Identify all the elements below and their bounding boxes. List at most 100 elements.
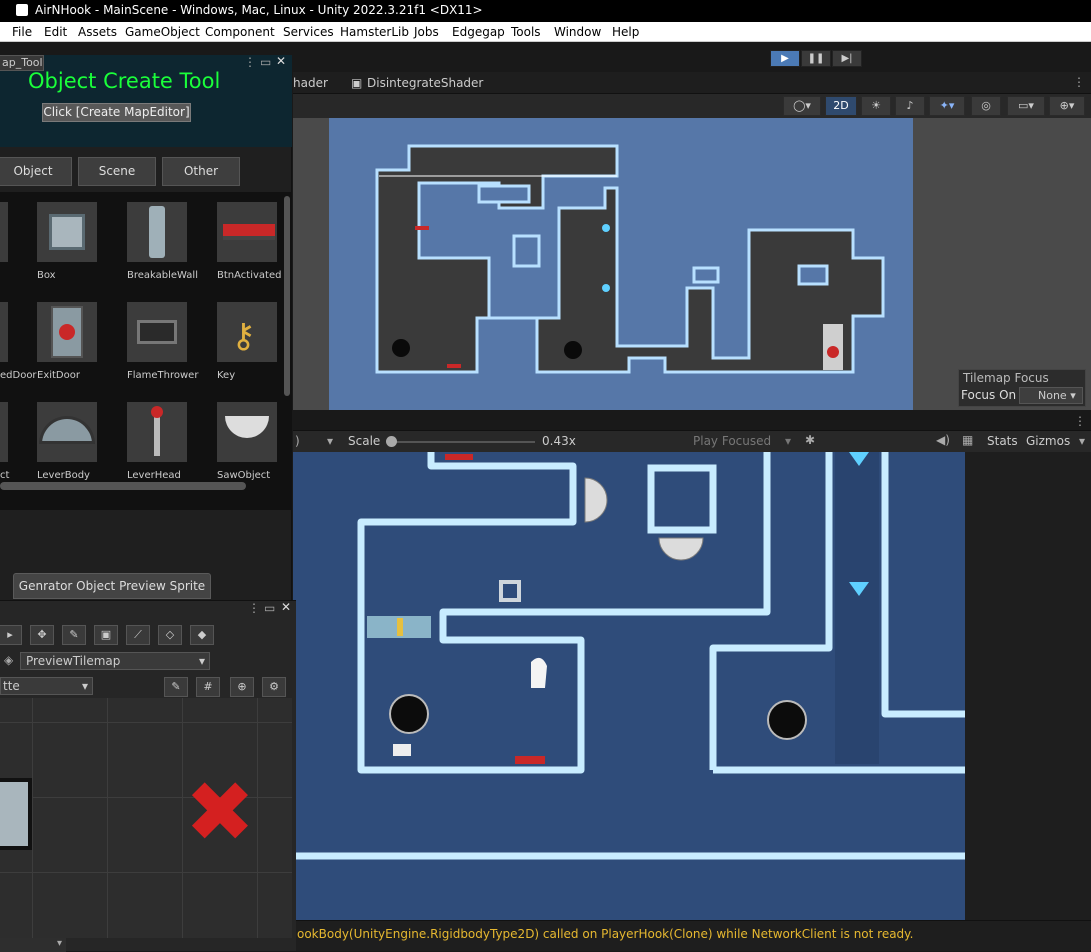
audio-icon[interactable]: ♪ [895, 96, 925, 116]
object-label: BtnActivated [217, 270, 282, 281]
object-item-exitdoor[interactable] [37, 302, 97, 362]
breakable-wall-icon [149, 206, 165, 258]
palette-tile-box-icon[interactable] [0, 778, 32, 850]
menu-assets[interactable]: Assets [78, 25, 117, 39]
grid-icon[interactable]: ▦ [962, 433, 973, 447]
step-button[interactable]: ▶| [832, 50, 862, 67]
create-map-editor-button[interactable]: Click [Create MapEditor] [42, 103, 191, 122]
camera-icon[interactable]: ▭▾ [1007, 96, 1045, 116]
paint-brush-icon[interactable]: ✎ [62, 625, 86, 645]
category-other-button[interactable]: Other [162, 157, 240, 186]
audio-mute-icon[interactable]: ◀) [936, 433, 950, 447]
box-fill-icon[interactable]: ▣ [94, 625, 118, 645]
select-tool-icon[interactable]: ▸ [0, 625, 22, 645]
menu-help[interactable]: Help [612, 25, 639, 39]
object-item-key[interactable]: ⚷ [217, 302, 277, 362]
palette-eraser-x-icon: ✖ [184, 763, 256, 861]
lighting-icon[interactable]: ☀ [861, 96, 891, 116]
object-label: ExitDoor [37, 370, 80, 381]
object-item-sawobject[interactable] [217, 402, 277, 462]
bug-icon[interactable]: ✱ [805, 433, 815, 447]
object-tool-title: Object Create Tool [28, 69, 221, 93]
tilemap-focus-title: Tilemap Focus [963, 371, 1049, 385]
play-controls: ▶ ❚❚ ▶| [770, 50, 863, 67]
object-item-partial[interactable] [0, 402, 8, 462]
gizmos-button[interactable]: Gizmos [1026, 434, 1070, 448]
object-item-btnactivated[interactable] [217, 202, 277, 262]
console-status-bar[interactable]: ookBody(UnityEngine.RigidbodyType2D) cal… [293, 920, 1091, 951]
menu-jobs[interactable]: Jobs [414, 25, 439, 39]
gizmos-chevron-icon: ▾ [1079, 434, 1086, 448]
unity-logo-icon [16, 4, 28, 16]
display-dropdown[interactable]: ) [295, 434, 300, 448]
close-icon[interactable]: ✕ [276, 54, 286, 68]
gizmo-toggle-icon[interactable]: ⊕ [230, 677, 254, 697]
scene-level-map [329, 118, 913, 410]
game-view[interactable] [293, 452, 965, 920]
menu-component[interactable]: Component [205, 25, 275, 39]
grid-horizontal-scrollbar[interactable] [0, 482, 246, 490]
menu-hamsterlib[interactable]: HamsterLib [340, 25, 409, 39]
object-item-flamethrower[interactable] [127, 302, 187, 362]
tab-menu-icon[interactable]: ⋮ [1073, 75, 1085, 89]
effects-icon[interactable]: ✦▾ [929, 96, 965, 116]
scale-label: Scale [348, 434, 381, 448]
object-item-partial[interactable] [0, 302, 8, 362]
object-item-leverbody[interactable] [37, 402, 97, 462]
category-object-button[interactable]: Object [0, 157, 72, 186]
hidden-objects-icon[interactable]: ◎ [971, 96, 1001, 116]
move-tool-icon[interactable]: ✥ [30, 625, 54, 645]
focus-on-dropdown[interactable]: None ▾ [1019, 387, 1083, 404]
menu-gameobject[interactable]: GameObject [125, 25, 200, 39]
picker-icon[interactable]: ⟋ [126, 625, 150, 645]
scene-view[interactable] [293, 118, 1091, 410]
eraser-icon[interactable]: ◇ [158, 625, 182, 645]
active-tilemap-dropdown[interactable]: PreviewTilemap ▾ [20, 652, 210, 670]
grid-toggle-icon[interactable]: # [196, 677, 220, 697]
gizmos-icon[interactable]: ⊕▾ [1049, 96, 1085, 116]
stats-button[interactable]: Stats [987, 434, 1018, 448]
grid-vertical-scrollbar[interactable] [284, 196, 290, 396]
object-item-breakablewall[interactable] [127, 202, 187, 262]
tab-shader[interactable]: hader [293, 76, 328, 90]
palette-grid[interactable]: ✖ [0, 698, 292, 938]
palette-menu-icon[interactable]: ⋮ [248, 601, 260, 615]
play-button[interactable]: ▶ [770, 50, 800, 67]
menu-window[interactable]: Window [554, 25, 601, 39]
button-icon [223, 224, 275, 240]
play-focused-dropdown[interactable]: Play Focused [693, 434, 771, 448]
palette-maximize-icon[interactable]: ▭ [264, 601, 275, 615]
edit-palette-icon[interactable]: ✎ [164, 677, 188, 697]
category-scene-button[interactable]: Scene [78, 157, 156, 186]
tab-disintegrate-shader[interactable]: DisintegrateShader [367, 76, 483, 90]
fill-icon[interactable]: ◆ [190, 625, 214, 645]
pause-button[interactable]: ❚❚ [801, 50, 831, 67]
object-label: edDoor [0, 370, 37, 381]
object-tool-header: ap_Tool Object Create Tool ⋮ ▭ ✕ [0, 54, 292, 95]
menu-file[interactable]: File [12, 25, 32, 39]
object-create-tool-panel: ap_Tool Object Create Tool ⋮ ▭ ✕ Click [… [0, 54, 292, 601]
object-item-leverhead[interactable] [127, 402, 187, 462]
settings-icon[interactable]: ⚙ [262, 677, 286, 697]
panel-menu-icon[interactable]: ⋮ [244, 55, 256, 69]
menu-edgegap[interactable]: Edgegap [452, 25, 505, 39]
flamethrower-icon [137, 320, 177, 344]
palette-bottom-dropdown[interactable]: ▾ [0, 938, 66, 952]
palette-dropdown[interactable]: tte ▾ [0, 677, 93, 695]
object-item-partial[interactable] [0, 202, 8, 262]
shader-tab-icon: ▣ [351, 76, 363, 90]
menu-tools[interactable]: Tools [511, 25, 541, 39]
game-tab-menu-icon[interactable]: ⋮ [1074, 414, 1086, 428]
saw-icon [225, 416, 269, 438]
object-item-box[interactable] [37, 202, 97, 262]
shading-mode-button[interactable]: ◯▾ [783, 96, 821, 116]
menu-services[interactable]: Services [283, 25, 334, 39]
menu-edit[interactable]: Edit [44, 25, 67, 39]
toggle-2d-button[interactable]: 2D [825, 96, 857, 116]
maximize-icon[interactable]: ▭ [260, 55, 271, 69]
generate-preview-sprite-button[interactable]: Genrator Object Preview Sprite [13, 573, 211, 599]
palette-close-icon[interactable]: ✕ [281, 600, 291, 614]
object-label: FlameThrower [127, 370, 199, 381]
scale-slider-handle[interactable] [386, 436, 397, 447]
scale-slider[interactable] [389, 441, 535, 443]
